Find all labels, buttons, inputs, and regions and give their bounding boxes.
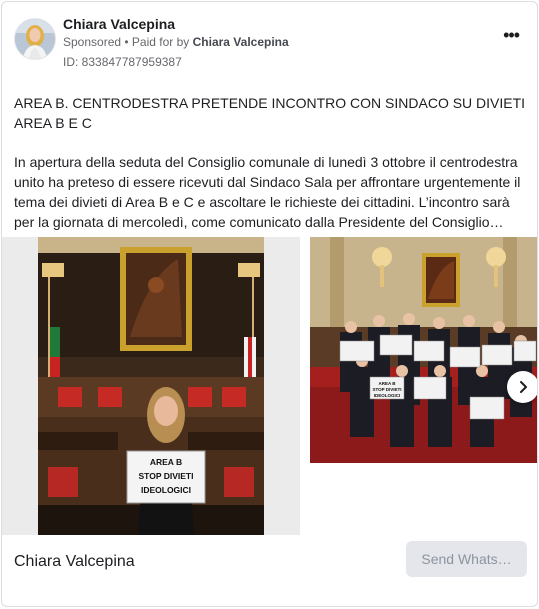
slide2-sign-line1: AREA B [378, 381, 396, 386]
post-title: AREA B. CENTRODESTRA PRETENDE INCONTRO C… [14, 95, 526, 131]
slide1-sign-line3: IDEOLOGICI [141, 485, 191, 495]
paid-for-by-label: Paid for by [131, 35, 193, 49]
payer-name: Chiara Valcepina [192, 35, 289, 49]
image-carousel: AREA B STOP DIVIETI IDEOLOGICI AREA B ST… [2, 237, 537, 535]
slide2-sign-line2: STOP DIVIETI [372, 387, 401, 392]
advertiser-avatar[interactable] [14, 18, 56, 60]
slide1-sign-line1: AREA B [150, 457, 182, 467]
ad-card: Chiara Valcepina Sponsored • Paid for by… [1, 1, 538, 607]
carousel-slide-1[interactable]: AREA B STOP DIVIETI IDEOLOGICI [2, 237, 300, 535]
send-whatsapp-button[interactable]: Send Whats… [406, 541, 527, 577]
carousel-slide-2[interactable]: AREA B STOP DIVIETI IDEOLOGICI [310, 237, 537, 463]
post-body: In apertura della seduta del Consiglio c… [14, 154, 521, 230]
council-woman-photo: AREA B STOP DIVIETI IDEOLOGICI [38, 237, 264, 535]
slide1-sign-line2: STOP DIVIETI [139, 471, 194, 481]
sponsored-label: Sponsored [63, 35, 122, 49]
chevron-right-icon [520, 381, 527, 393]
sponsored-meta: Sponsored • Paid for by Chiara Valcepina [63, 35, 289, 49]
advertiser-name[interactable]: Chiara Valcepina [63, 16, 175, 32]
more-options-icon[interactable]: ••• [503, 26, 520, 44]
ad-id: ID: 833847787959387 [63, 55, 182, 69]
carousel-next-button[interactable] [507, 371, 537, 403]
footer-page-name[interactable]: Chiara Valcepina [14, 553, 135, 571]
slide2-sign-line3: IDEOLOGICI [374, 393, 401, 398]
meta-separator: • [121, 35, 132, 49]
